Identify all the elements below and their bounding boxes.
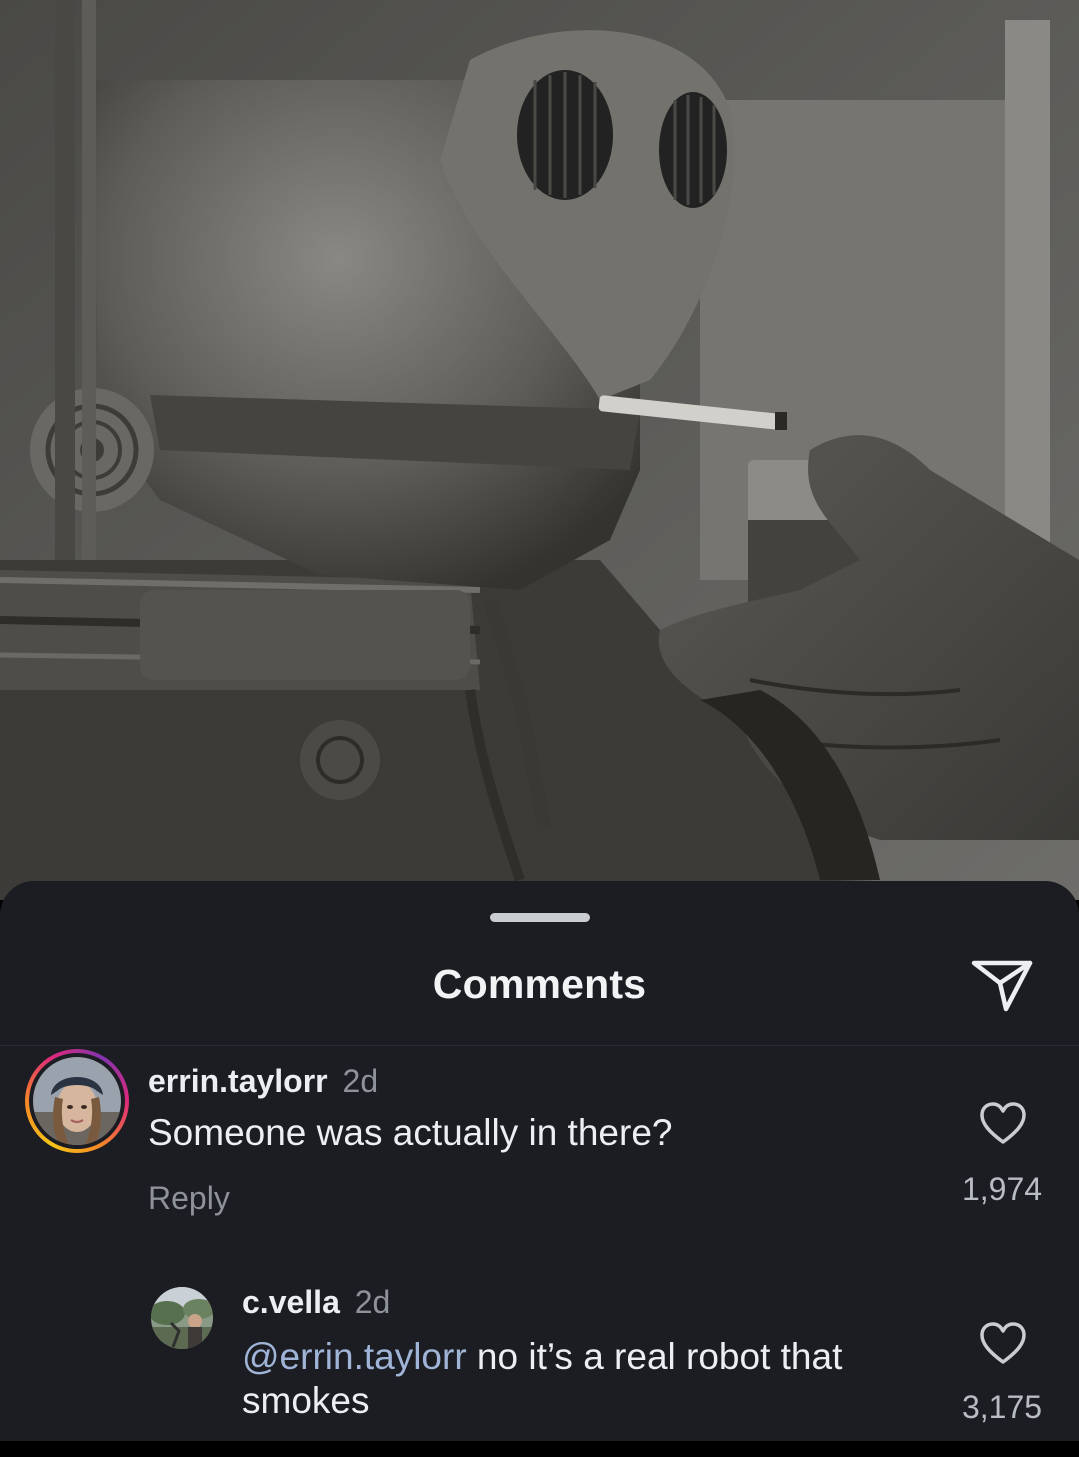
avatar xyxy=(33,1057,121,1145)
sheet-title: Comments xyxy=(432,961,647,1007)
comment-timestamp: 2d xyxy=(342,1063,379,1099)
comments-sheet: Comments errin.taylorr 2d Someone was ac… xyxy=(0,881,1079,1441)
story-ring[interactable] xyxy=(25,1049,129,1153)
comment: errin.taylorr 2d Someone was actually in… xyxy=(0,1047,1079,1247)
like-button[interactable] xyxy=(978,1321,1028,1367)
like-button[interactable] xyxy=(978,1101,1028,1147)
comment-header: c.vella 2d xyxy=(242,1284,390,1321)
sheet-divider xyxy=(0,1045,1079,1046)
robot-smoking-photo xyxy=(0,0,1079,900)
comment-username[interactable]: c.vella xyxy=(242,1284,340,1320)
reply-button[interactable]: Reply xyxy=(148,1180,230,1217)
screen: Comments errin.taylorr 2d Someone was ac… xyxy=(0,0,1079,1457)
share-button[interactable] xyxy=(968,951,1034,1017)
comment-text: @errin.taylorr no it’s a real robot that… xyxy=(242,1335,932,1423)
home-indicator-area xyxy=(0,1441,1079,1457)
paper-plane-icon xyxy=(971,960,1033,1012)
like-count: 1,974 xyxy=(961,1171,1043,1207)
comment-timestamp: 2d xyxy=(354,1284,391,1320)
heart-outline-icon xyxy=(980,1322,1026,1364)
comment-username[interactable]: errin.taylorr xyxy=(148,1063,328,1099)
drag-handle[interactable] xyxy=(490,913,590,922)
comment-text: Someone was actually in there? xyxy=(148,1112,673,1153)
comment-header: errin.taylorr 2d xyxy=(148,1063,378,1100)
like-count: 3,175 xyxy=(961,1389,1043,1425)
post-photo xyxy=(0,0,1079,900)
reply-comment: c.vella 2d @errin.taylorr no it’s a real… xyxy=(0,1281,1079,1441)
user-mention[interactable]: @errin.taylorr xyxy=(242,1336,467,1377)
avatar[interactable] xyxy=(151,1287,213,1349)
heart-outline-icon xyxy=(980,1102,1026,1144)
